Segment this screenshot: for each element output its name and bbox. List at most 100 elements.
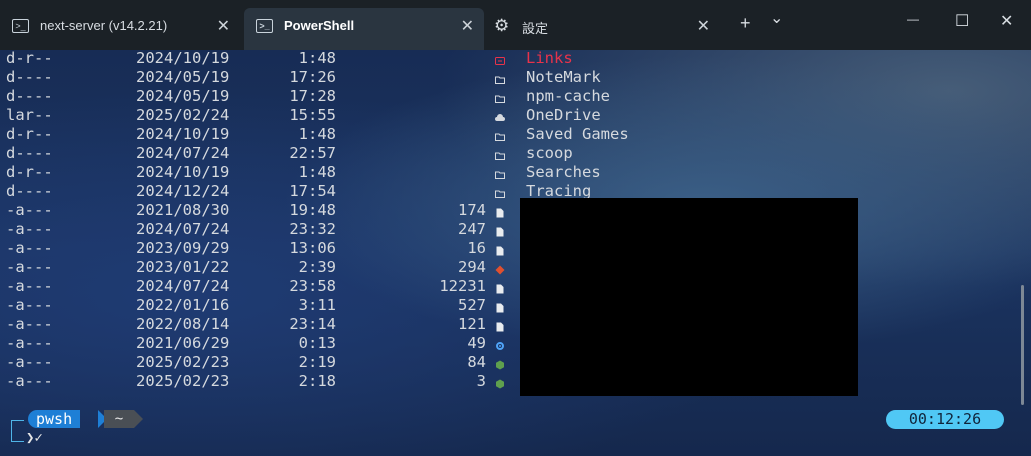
mode-cell: d-r-- bbox=[6, 125, 53, 143]
time-cell: 1:48 bbox=[298, 49, 336, 67]
shell-segment: pwsh bbox=[28, 410, 81, 428]
file-name[interactable]: npm-cache bbox=[526, 87, 610, 105]
tab-powershell[interactable]: >_ PowerShell ✕ bbox=[244, 8, 484, 50]
prompt-bracket bbox=[11, 420, 24, 442]
file-icon bbox=[495, 299, 505, 313]
date-cell: 2024/05/19 bbox=[136, 87, 230, 105]
date-cell: 2024/05/19 bbox=[136, 68, 230, 86]
time-cell: 23:14 bbox=[289, 315, 336, 333]
folder-icon bbox=[495, 147, 505, 160]
settings-file-icon bbox=[495, 337, 505, 350]
list-item: d---- 2024/05/19 17:28 npm-cache bbox=[6, 87, 1006, 106]
minimize-button[interactable]: — bbox=[907, 12, 919, 26]
redacted-area bbox=[520, 198, 858, 396]
gear-icon: ⚙ bbox=[494, 16, 510, 35]
folder-icon bbox=[495, 185, 505, 198]
mode-cell: -a--- bbox=[6, 258, 53, 276]
date-cell: 2024/10/19 bbox=[136, 49, 230, 67]
date-cell: 2024/10/19 bbox=[136, 163, 230, 181]
new-tab-button[interactable]: + bbox=[740, 13, 751, 34]
time-cell: 23:58 bbox=[289, 277, 336, 295]
time-cell: 3:11 bbox=[298, 296, 336, 314]
prompt-caret[interactable]: ❯✓ bbox=[26, 430, 43, 446]
mode-cell: lar-- bbox=[6, 106, 53, 124]
scrollbar[interactable] bbox=[1021, 285, 1024, 405]
mode-cell: -a--- bbox=[6, 372, 53, 390]
folder-icon bbox=[495, 166, 505, 179]
time-cell: 2:39 bbox=[298, 258, 336, 276]
size-cell: 121 bbox=[458, 315, 486, 333]
file-name[interactable]: OneDrive bbox=[526, 106, 601, 124]
time-cell: 17:54 bbox=[289, 182, 336, 200]
file-name[interactable]: NoteMark bbox=[526, 68, 601, 86]
list-item: d-r-- 2024/10/19 1:48 Links bbox=[6, 49, 1006, 68]
size-cell: 294 bbox=[458, 258, 486, 276]
file-icon bbox=[495, 280, 505, 294]
file-name[interactable]: Links bbox=[526, 49, 573, 67]
list-item: d-r-- 2024/10/19 1:48 Saved Games bbox=[6, 125, 1006, 144]
list-item: lar-- 2025/02/24 15:55 OneDrive bbox=[6, 106, 1006, 125]
folder-icon bbox=[495, 128, 505, 141]
date-cell: 2023/01/22 bbox=[136, 258, 230, 276]
file-icon bbox=[495, 223, 505, 237]
date-cell: 2021/08/30 bbox=[136, 201, 230, 219]
file-name[interactable]: scoop bbox=[526, 144, 573, 162]
time-cell: 1:48 bbox=[298, 125, 336, 143]
size-cell: 3 bbox=[476, 372, 486, 390]
date-cell: 2024/07/24 bbox=[136, 277, 230, 295]
mode-cell: -a--- bbox=[6, 315, 53, 333]
tab-settings[interactable]: ⚙ 設定 ✕ bbox=[488, 8, 720, 42]
date-cell: 2025/02/24 bbox=[136, 106, 230, 124]
time-cell: 2:18 bbox=[298, 372, 336, 390]
close-tab-icon[interactable]: ✕ bbox=[461, 16, 474, 36]
mode-cell: -a--- bbox=[6, 296, 53, 314]
maximize-button[interactable]: ☐ bbox=[955, 11, 969, 31]
size-cell: 12231 bbox=[439, 277, 486, 295]
file-icon bbox=[495, 204, 505, 218]
close-window-button[interactable]: ✕ bbox=[1000, 11, 1013, 31]
tab-bar: >_ next-server (v14.2.21) ✕ >_ PowerShel… bbox=[0, 0, 1031, 50]
file-name[interactable]: Searches bbox=[526, 163, 601, 181]
powershell-icon: >_ bbox=[256, 19, 273, 33]
tab-next-server[interactable]: >_ next-server (v14.2.21) ✕ bbox=[0, 8, 240, 42]
size-cell: 16 bbox=[467, 239, 486, 257]
tab-label: next-server (v14.2.21) bbox=[40, 18, 168, 33]
list-item: d---- 2024/05/19 17:26 NoteMark bbox=[6, 68, 1006, 87]
list-item: d-r-- 2024/10/19 1:48 Searches bbox=[6, 163, 1006, 182]
tab-label: 設定 bbox=[522, 21, 549, 36]
mode-cell: -a--- bbox=[6, 277, 53, 295]
folder-icon bbox=[495, 71, 505, 84]
date-cell: 2023/09/29 bbox=[136, 239, 230, 257]
path-segment: ~ bbox=[104, 410, 134, 428]
tab-dropdown-icon[interactable]: ⌄ bbox=[770, 8, 783, 28]
date-cell: 2024/10/19 bbox=[136, 125, 230, 143]
clock-segment: 00:12:26 bbox=[886, 410, 1004, 429]
mode-cell: d---- bbox=[6, 144, 53, 162]
node-icon bbox=[495, 375, 505, 389]
date-cell: 2025/02/23 bbox=[136, 372, 230, 390]
cloud-icon bbox=[495, 109, 505, 121]
size-cell: 49 bbox=[467, 334, 486, 352]
mode-cell: d---- bbox=[6, 87, 53, 105]
node-icon bbox=[495, 356, 505, 370]
folder-icon bbox=[495, 90, 505, 103]
date-cell: 2021/06/29 bbox=[136, 334, 230, 352]
mode-cell: d---- bbox=[6, 68, 53, 86]
time-cell: 17:28 bbox=[289, 87, 336, 105]
date-cell: 2022/01/16 bbox=[136, 296, 230, 314]
mode-cell: d---- bbox=[6, 182, 53, 200]
close-tab-icon[interactable]: ✕ bbox=[697, 16, 710, 36]
time-cell: 22:57 bbox=[289, 144, 336, 162]
size-cell: 174 bbox=[458, 201, 486, 219]
list-item: d---- 2024/07/24 22:57 scoop bbox=[6, 144, 1006, 163]
date-cell: 2024/12/24 bbox=[136, 182, 230, 200]
time-cell: 13:06 bbox=[289, 239, 336, 257]
powershell-icon: >_ bbox=[12, 19, 29, 33]
file-name[interactable]: Saved Games bbox=[526, 125, 629, 143]
mode-cell: d-r-- bbox=[6, 163, 53, 181]
mode-cell: -a--- bbox=[6, 334, 53, 352]
close-tab-icon[interactable]: ✕ bbox=[217, 16, 230, 36]
time-cell: 2:19 bbox=[298, 353, 336, 371]
mode-cell: -a--- bbox=[6, 220, 53, 238]
file-icon bbox=[495, 318, 505, 332]
